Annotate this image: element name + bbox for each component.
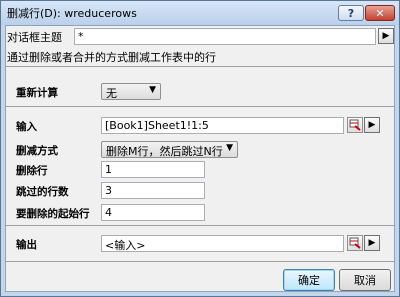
skip-rows-input[interactable]: 3 — [101, 182, 205, 199]
ok-button[interactable]: 确定 — [283, 269, 335, 291]
separator — [6, 106, 395, 107]
recalc-label: 重新计算 — [16, 87, 58, 99]
chevron-down-icon: ▼ — [149, 85, 156, 95]
title-bar[interactable]: 删减行(D): wreducerows ? ✕ — [1, 1, 399, 25]
method-select[interactable]: 删除M行，然后跳过N行 ▼ — [101, 141, 238, 158]
dialog-description: 通过删除或者合并的方式删减工作表中的行 — [7, 51, 216, 64]
skip-rows-label: 跳过的行数 — [16, 186, 69, 198]
delete-rows-input[interactable]: 1 — [101, 161, 205, 178]
input-range-select-button[interactable] — [347, 117, 363, 133]
right-arrow-icon: ▶ — [368, 120, 376, 130]
dialog-body: 对话框主题 * ▶ 通过删除或者合并的方式删减工作表中的行 重新计算 无 ▼ 输… — [5, 25, 395, 292]
right-arrow-icon: ▶ — [368, 238, 376, 248]
close-button[interactable]: ✕ — [365, 5, 395, 21]
window-title: 删减行(D): wreducerows — [7, 7, 137, 20]
separator — [6, 261, 395, 262]
theme-label: 对话框主题 — [7, 31, 62, 44]
input-label: 输入 — [16, 121, 37, 133]
right-arrow-icon: ▶ — [382, 31, 390, 41]
method-value: 删除M行，然后跳过N行 — [106, 145, 223, 158]
separator — [6, 66, 395, 67]
start-row-label: 要删除的起始行 — [16, 208, 90, 220]
range-select-icon — [349, 119, 361, 131]
output-label: 输出 — [16, 239, 37, 251]
separator — [6, 225, 395, 226]
help-button[interactable]: ? — [338, 5, 364, 21]
method-label: 删减方式 — [16, 145, 58, 157]
dialog-window: 删减行(D): wreducerows ? ✕ 对话框主题 * ▶ 通过删除或者… — [0, 0, 400, 297]
range-select-icon — [349, 237, 361, 249]
input-menu-button[interactable]: ▶ — [364, 117, 380, 133]
cancel-button[interactable]: 取消 — [339, 269, 391, 291]
output-menu-button[interactable]: ▶ — [364, 235, 380, 251]
recalc-value: 无 — [106, 87, 117, 100]
theme-menu-button[interactable]: ▶ — [378, 28, 394, 44]
output-range-field[interactable]: <输入> — [101, 235, 344, 252]
delete-rows-label: 删除行 — [16, 165, 48, 177]
output-range-select-button[interactable] — [347, 235, 363, 251]
input-range-field[interactable]: [Book1]Sheet1!1:5 — [101, 117, 344, 134]
theme-input[interactable]: * — [74, 28, 376, 45]
chevron-down-icon: ▼ — [226, 143, 233, 153]
start-row-input[interactable]: 4 — [101, 204, 205, 221]
recalc-select[interactable]: 无 ▼ — [101, 83, 161, 100]
